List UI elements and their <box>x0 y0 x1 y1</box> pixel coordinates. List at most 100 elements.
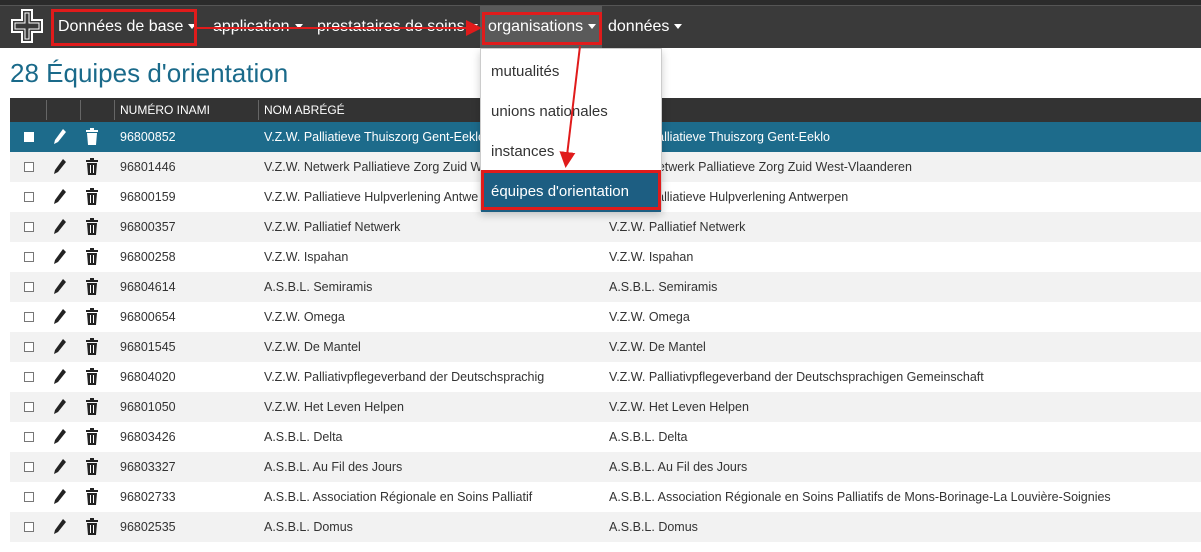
cell-short-name: A.S.B.L. Au Fil des Jours <box>264 460 403 474</box>
cell-short-name: V.Z.W. De Mantel <box>264 340 361 354</box>
chevron-down-icon <box>188 24 197 30</box>
nav-organisations-label: organisations <box>488 18 584 35</box>
organisations-dropdown-menu: mutualités unions nationales instances é… <box>480 48 662 212</box>
row-checkbox[interactable] <box>24 252 34 262</box>
cell-full-name: V.Z.W. Omega <box>609 310 690 324</box>
cell-inami: 96801545 <box>120 340 176 354</box>
row-checkbox[interactable] <box>24 162 34 172</box>
row-checkbox[interactable] <box>24 282 34 292</box>
trash-icon[interactable] <box>85 458 99 476</box>
column-header-short-name[interactable]: NOM ABRÉGÉ <box>264 98 345 122</box>
nav-donnees[interactable]: données <box>608 6 683 48</box>
pencil-icon[interactable] <box>53 308 67 326</box>
cell-full-name: A.S.B.L. Au Fil des Jours <box>609 460 748 474</box>
cell-inami: 96804020 <box>120 370 176 384</box>
trash-icon[interactable] <box>85 158 99 176</box>
trash-icon[interactable] <box>85 368 99 386</box>
menu-item-unions-nationales[interactable]: unions nationales <box>481 92 661 132</box>
pencil-icon[interactable] <box>53 398 67 416</box>
cell-full-name: V.Z.W. Palliativpflegeverband der Deutsc… <box>609 370 984 384</box>
nav-prestataires[interactable]: prestataires de soins <box>317 6 478 48</box>
column-header-inami[interactable]: NUMÉRO INAMI <box>120 98 210 122</box>
row-checkbox[interactable] <box>24 522 34 532</box>
trash-icon[interactable] <box>85 278 99 296</box>
trash-icon[interactable] <box>85 398 99 416</box>
trash-icon[interactable] <box>85 488 99 506</box>
chevron-down-icon <box>469 24 478 30</box>
nav-donnees-de-base[interactable]: Données de base <box>58 6 197 48</box>
row-checkbox[interactable] <box>24 192 34 202</box>
pencil-icon[interactable] <box>53 278 67 296</box>
cell-inami: 96800852 <box>120 130 176 144</box>
pencil-icon[interactable] <box>53 518 67 536</box>
menu-item-equipes-orientation[interactable]: équipes d'orientation <box>481 172 661 212</box>
cell-full-name: V.Z.W. De Mantel <box>609 340 706 354</box>
cell-inami: 96800258 <box>120 250 176 264</box>
trash-icon[interactable] <box>85 428 99 446</box>
table-row[interactable]: 96803426 A.S.B.L. Delta A.S.B.L. Delta <box>10 422 1201 452</box>
row-checkbox[interactable] <box>24 132 34 142</box>
pencil-icon[interactable] <box>53 368 67 386</box>
cell-full-name: A.S.B.L. Semiramis <box>609 280 718 294</box>
pencil-icon[interactable] <box>53 338 67 356</box>
table-row[interactable]: 96801545 V.Z.W. De Mantel V.Z.W. De Mantel <box>10 332 1201 362</box>
table-row[interactable]: 96802733 A.S.B.L. Association Régionale e… <box>10 482 1201 512</box>
cell-full-name: V.Z.W. Het Leven Helpen <box>609 400 749 414</box>
menu-item-instances[interactable]: instances <box>481 132 661 172</box>
chevron-down-icon <box>588 24 597 30</box>
row-checkbox[interactable] <box>24 372 34 382</box>
row-checkbox[interactable] <box>24 492 34 502</box>
cell-inami: 96800654 <box>120 310 176 324</box>
table-row[interactable]: 96802535 A.S.B.L. Domus A.S.B.L. Domus <box>10 512 1201 542</box>
medical-cross-logo-icon[interactable] <box>10 8 44 44</box>
table-row[interactable]: 96801050 V.Z.W. Het Leven Helpen V.Z.W. He… <box>10 392 1201 422</box>
row-checkbox[interactable] <box>24 312 34 322</box>
cell-inami: 96802535 <box>120 520 176 534</box>
page-title: 28 Équipes d'orientation <box>10 58 289 88</box>
trash-icon[interactable] <box>85 338 99 356</box>
pencil-icon[interactable] <box>53 128 67 146</box>
table-row[interactable]: 96800258 V.Z.W. Ispahan V.Z.W. Ispahan <box>10 242 1201 272</box>
nav-prestataires-label: prestataires de soins <box>317 18 465 35</box>
cell-inami: 96801446 <box>120 160 176 174</box>
pencil-icon[interactable] <box>53 248 67 266</box>
top-navbar: Données de base application prestataires… <box>0 0 1201 48</box>
cell-full-name: V.Z.W. Netwerk Palliatieve Zorg Zuid Wes… <box>609 160 912 174</box>
column-separator <box>80 100 81 120</box>
row-checkbox[interactable] <box>24 402 34 412</box>
column-separator <box>114 100 115 120</box>
table-row[interactable]: 96803327 A.S.B.L. Au Fil des Jours A.S.B.L… <box>10 452 1201 482</box>
cell-short-name: V.Z.W. Palliativpflegeverband der Deutsc… <box>264 370 545 384</box>
pencil-icon[interactable] <box>53 428 67 446</box>
table-row[interactable]: 96804614 A.S.B.L. Semiramis A.S.B.L. Semir… <box>10 272 1201 302</box>
trash-icon[interactable] <box>85 518 99 536</box>
row-checkbox[interactable] <box>24 462 34 472</box>
cell-short-name: V.Z.W. Palliatief Netwerk <box>264 220 401 234</box>
cell-full-name: V.Z.W. Ispahan <box>609 250 694 264</box>
cell-full-name: A.S.B.L. Association Régionale en Soins … <box>609 490 1111 504</box>
cell-inami: 96801050 <box>120 400 176 414</box>
trash-icon[interactable] <box>85 308 99 326</box>
nav-application[interactable]: application <box>213 6 303 48</box>
pencil-icon[interactable] <box>53 488 67 506</box>
pencil-icon[interactable] <box>53 218 67 236</box>
table-row[interactable]: 96804020 V.Z.W. Palliativpflegeverband de… <box>10 362 1201 392</box>
pencil-icon[interactable] <box>53 188 67 206</box>
cell-inami: 96800357 <box>120 220 176 234</box>
trash-icon[interactable] <box>85 218 99 236</box>
cell-inami: 96804614 <box>120 280 176 294</box>
pencil-icon[interactable] <box>53 158 67 176</box>
table-row[interactable]: 96800654 V.Z.W. Omega V.Z.W. Omega <box>10 302 1201 332</box>
nav-organisations[interactable]: organisations <box>480 6 602 48</box>
row-checkbox[interactable] <box>24 222 34 232</box>
cell-inami: 96803327 <box>120 460 176 474</box>
menu-item-mutualites[interactable]: mutualités <box>481 52 661 92</box>
trash-icon[interactable] <box>85 128 99 146</box>
trash-icon[interactable] <box>85 248 99 266</box>
pencil-icon[interactable] <box>53 458 67 476</box>
row-checkbox[interactable] <box>24 342 34 352</box>
row-checkbox[interactable] <box>24 432 34 442</box>
nav-donnees-label: données <box>608 18 670 35</box>
trash-icon[interactable] <box>85 188 99 206</box>
table-row[interactable]: 96800357 V.Z.W. Palliatief Netwerk V.Z.W. … <box>10 212 1201 242</box>
